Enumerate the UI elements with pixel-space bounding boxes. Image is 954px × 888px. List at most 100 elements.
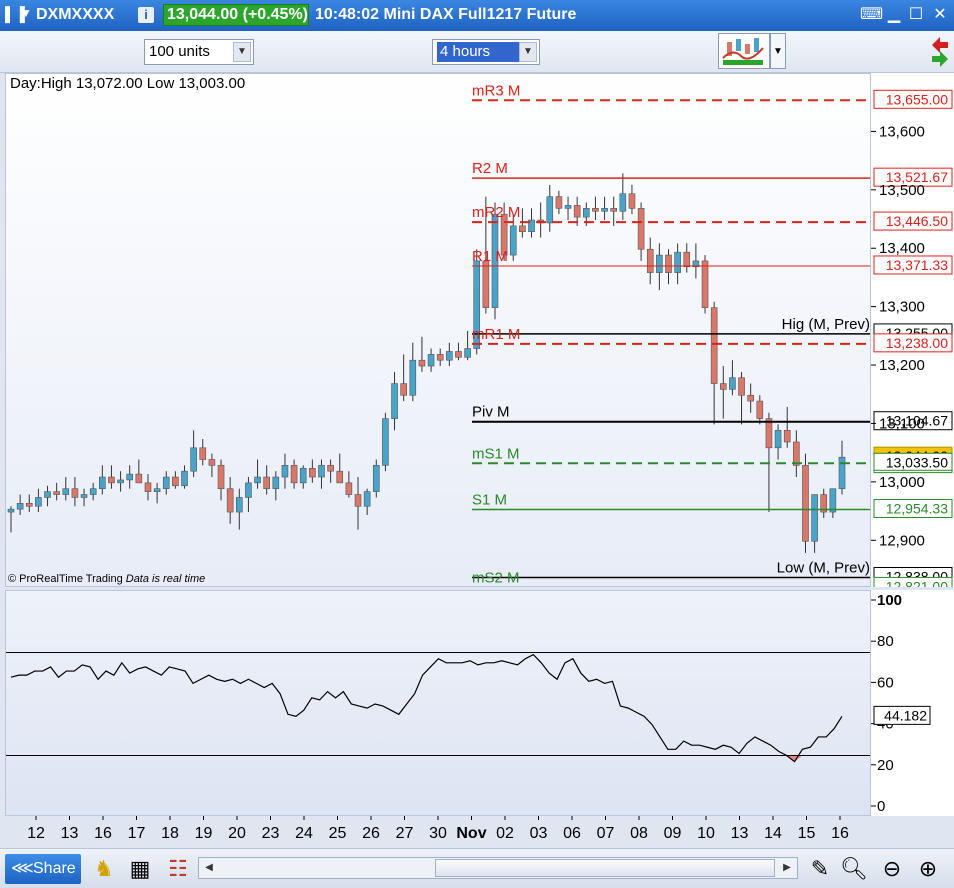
- candle-body: [683, 251, 691, 268]
- time-tick-label: 06: [563, 825, 581, 842]
- candle-body: [126, 473, 134, 481]
- candle-body: [245, 482, 252, 498]
- candle-body: [710, 307, 718, 384]
- data-note: Data is real time: [125, 573, 206, 585]
- share-button[interactable]: ⋘Share: [5, 854, 81, 884]
- candle-body: [62, 488, 70, 495]
- share-icon: ⋘: [11, 860, 34, 877]
- candle-body: [793, 441, 800, 466]
- candle-body: [436, 354, 444, 361]
- price-chart-panel[interactable]: mR3 M R2 M mR2 M R1 M Hig (M, Prev) mR1 M Piv …: [5, 73, 871, 587]
- time-tick-label: 16: [831, 825, 849, 842]
- chart-type-button[interactable]: [718, 33, 770, 69]
- timeframe-select[interactable]: 4 hours ▼: [432, 39, 540, 65]
- candle-body: [117, 479, 124, 484]
- chevron-down-icon[interactable]: ▼: [20, 6, 32, 20]
- candle-body: [235, 497, 243, 513]
- price-tick-label: 13,500: [879, 182, 925, 199]
- time-tick-label: 15: [798, 825, 816, 842]
- chevron-down-icon[interactable]: ▼: [519, 42, 537, 62]
- close-button[interactable]: ✕: [930, 6, 950, 24]
- time-tick-label: 23: [262, 825, 280, 842]
- candle-body: [7, 508, 15, 513]
- rsi-indicator-panel[interactable]: [5, 590, 871, 816]
- price-axis[interactable]: 13,655.00 13,521.67 13,446.50 13,371.33 13,2…: [871, 73, 954, 596]
- candle-body: [71, 488, 79, 498]
- time-tick-label: 16: [94, 825, 112, 842]
- candle-body: [811, 494, 818, 542]
- level-price-label: 13,655.00: [886, 91, 948, 107]
- zoom-in-icon[interactable]: ⊕: [914, 855, 942, 883]
- candle-body: [44, 491, 51, 498]
- scroll-left-arrow[interactable]: ◀: [201, 860, 217, 876]
- pivot-level-label: R2 M: [472, 160, 508, 177]
- candlestick-chart[interactable]: mR3 M R2 M mR2 M R1 M Hig (M, Prev) mR1 M Piv …: [6, 74, 871, 587]
- candle-body: [573, 205, 581, 218]
- candle-body: [583, 208, 590, 218]
- candle-body: [455, 351, 462, 358]
- candle-body: [53, 491, 60, 495]
- candle-body: [719, 383, 727, 390]
- rsi-line: [10, 653, 843, 763]
- candle-body: [646, 248, 654, 273]
- candle-body: [354, 494, 362, 507]
- scroll-thumb[interactable]: [435, 859, 775, 877]
- price-tick-label: 13,100: [879, 415, 925, 432]
- minimize-button[interactable]: ▁: [884, 6, 904, 24]
- toolbar: 100 units ▼ 4 hours ▼: [0, 31, 954, 73]
- candle-body: [217, 465, 225, 490]
- time-tick-label: 17: [128, 825, 146, 842]
- keyboard-icon[interactable]: ⌨: [860, 6, 883, 24]
- zoom-fit-icon[interactable]: 🔍︎: [840, 855, 868, 883]
- chart-scrollbar[interactable]: ◀ ▶: [198, 857, 798, 879]
- maximize-button[interactable]: ☐: [906, 6, 926, 24]
- time-tick-label: 19: [195, 825, 213, 842]
- pivot-level-label: S1 M: [472, 492, 507, 509]
- candle-body: [783, 429, 791, 443]
- swap-arrows-icon[interactable]: [928, 33, 950, 71]
- rsi-tick-label: 100: [877, 592, 902, 609]
- rsi-line-chart[interactable]: [6, 591, 871, 816]
- candle-body: [363, 491, 371, 507]
- order-book-icon[interactable]: ▦: [126, 855, 154, 883]
- candle-body: [372, 465, 380, 492]
- units-select[interactable]: 100 units ▼: [144, 39, 254, 65]
- info-icon[interactable]: i: [138, 7, 154, 23]
- time-tick-label: 26: [362, 825, 380, 842]
- drawing-tools-icon[interactable]: ✎: [806, 855, 834, 883]
- chevron-down-icon[interactable]: ▼: [233, 42, 251, 62]
- rsi-current-label: 44.182: [884, 707, 927, 723]
- time-tick-label: 07: [597, 825, 615, 842]
- level-price-label: 13,371.33: [886, 257, 948, 273]
- zoom-out-icon[interactable]: ⊖: [878, 855, 906, 883]
- symbol-label[interactable]: DXMXXXX: [36, 6, 114, 24]
- oversold-area: [11, 755, 842, 762]
- copyright-text: © ProRealTime Trading: [8, 573, 123, 585]
- pivot-level-label: mS2 M: [472, 569, 520, 586]
- chevron-down-icon[interactable]: ▼: [770, 33, 786, 69]
- candle-body: [592, 208, 599, 212]
- candle-body: [446, 351, 453, 361]
- pivot-level-label: mR3 M: [472, 82, 520, 99]
- app-window: ▌▐ ▼ DXMXXXX i 13,044.00 (+0.45%) 10:48:…: [0, 0, 954, 888]
- rsi-axis-labels: 02040608010044.182: [871, 592, 931, 815]
- candle-body: [135, 473, 143, 484]
- candle-body: [382, 418, 389, 466]
- candle-body: [656, 254, 663, 273]
- scroll-right-arrow[interactable]: ▶: [779, 860, 795, 876]
- candle-body: [765, 418, 773, 449]
- candle-body: [172, 476, 179, 487]
- chart-doc-icon[interactable]: ▌▐: [5, 6, 25, 24]
- alert-bell-icon[interactable]: ♞: [90, 855, 118, 883]
- pivot-level-label: Low (M, Prev): [777, 559, 870, 576]
- rsi-axis[interactable]: 02040608010044.182: [871, 590, 954, 816]
- candle-body: [391, 383, 398, 419]
- candle-body: [701, 260, 709, 308]
- pivot-level-label: mR2 M: [472, 204, 520, 221]
- pivot-level-label: Piv M: [472, 404, 510, 421]
- rsi-tick-label: 0: [877, 798, 885, 815]
- rsi-tick-label: 60: [877, 674, 894, 691]
- trading-ladder-icon[interactable]: ☷: [164, 855, 192, 883]
- time-axis[interactable]: 12 13 16 17 18 19 20 23 24 25 26 27 30 Nov 02 03 06 07 08 0…: [5, 816, 871, 848]
- price-change-badge: 13,044.00 (+0.45%): [163, 4, 309, 26]
